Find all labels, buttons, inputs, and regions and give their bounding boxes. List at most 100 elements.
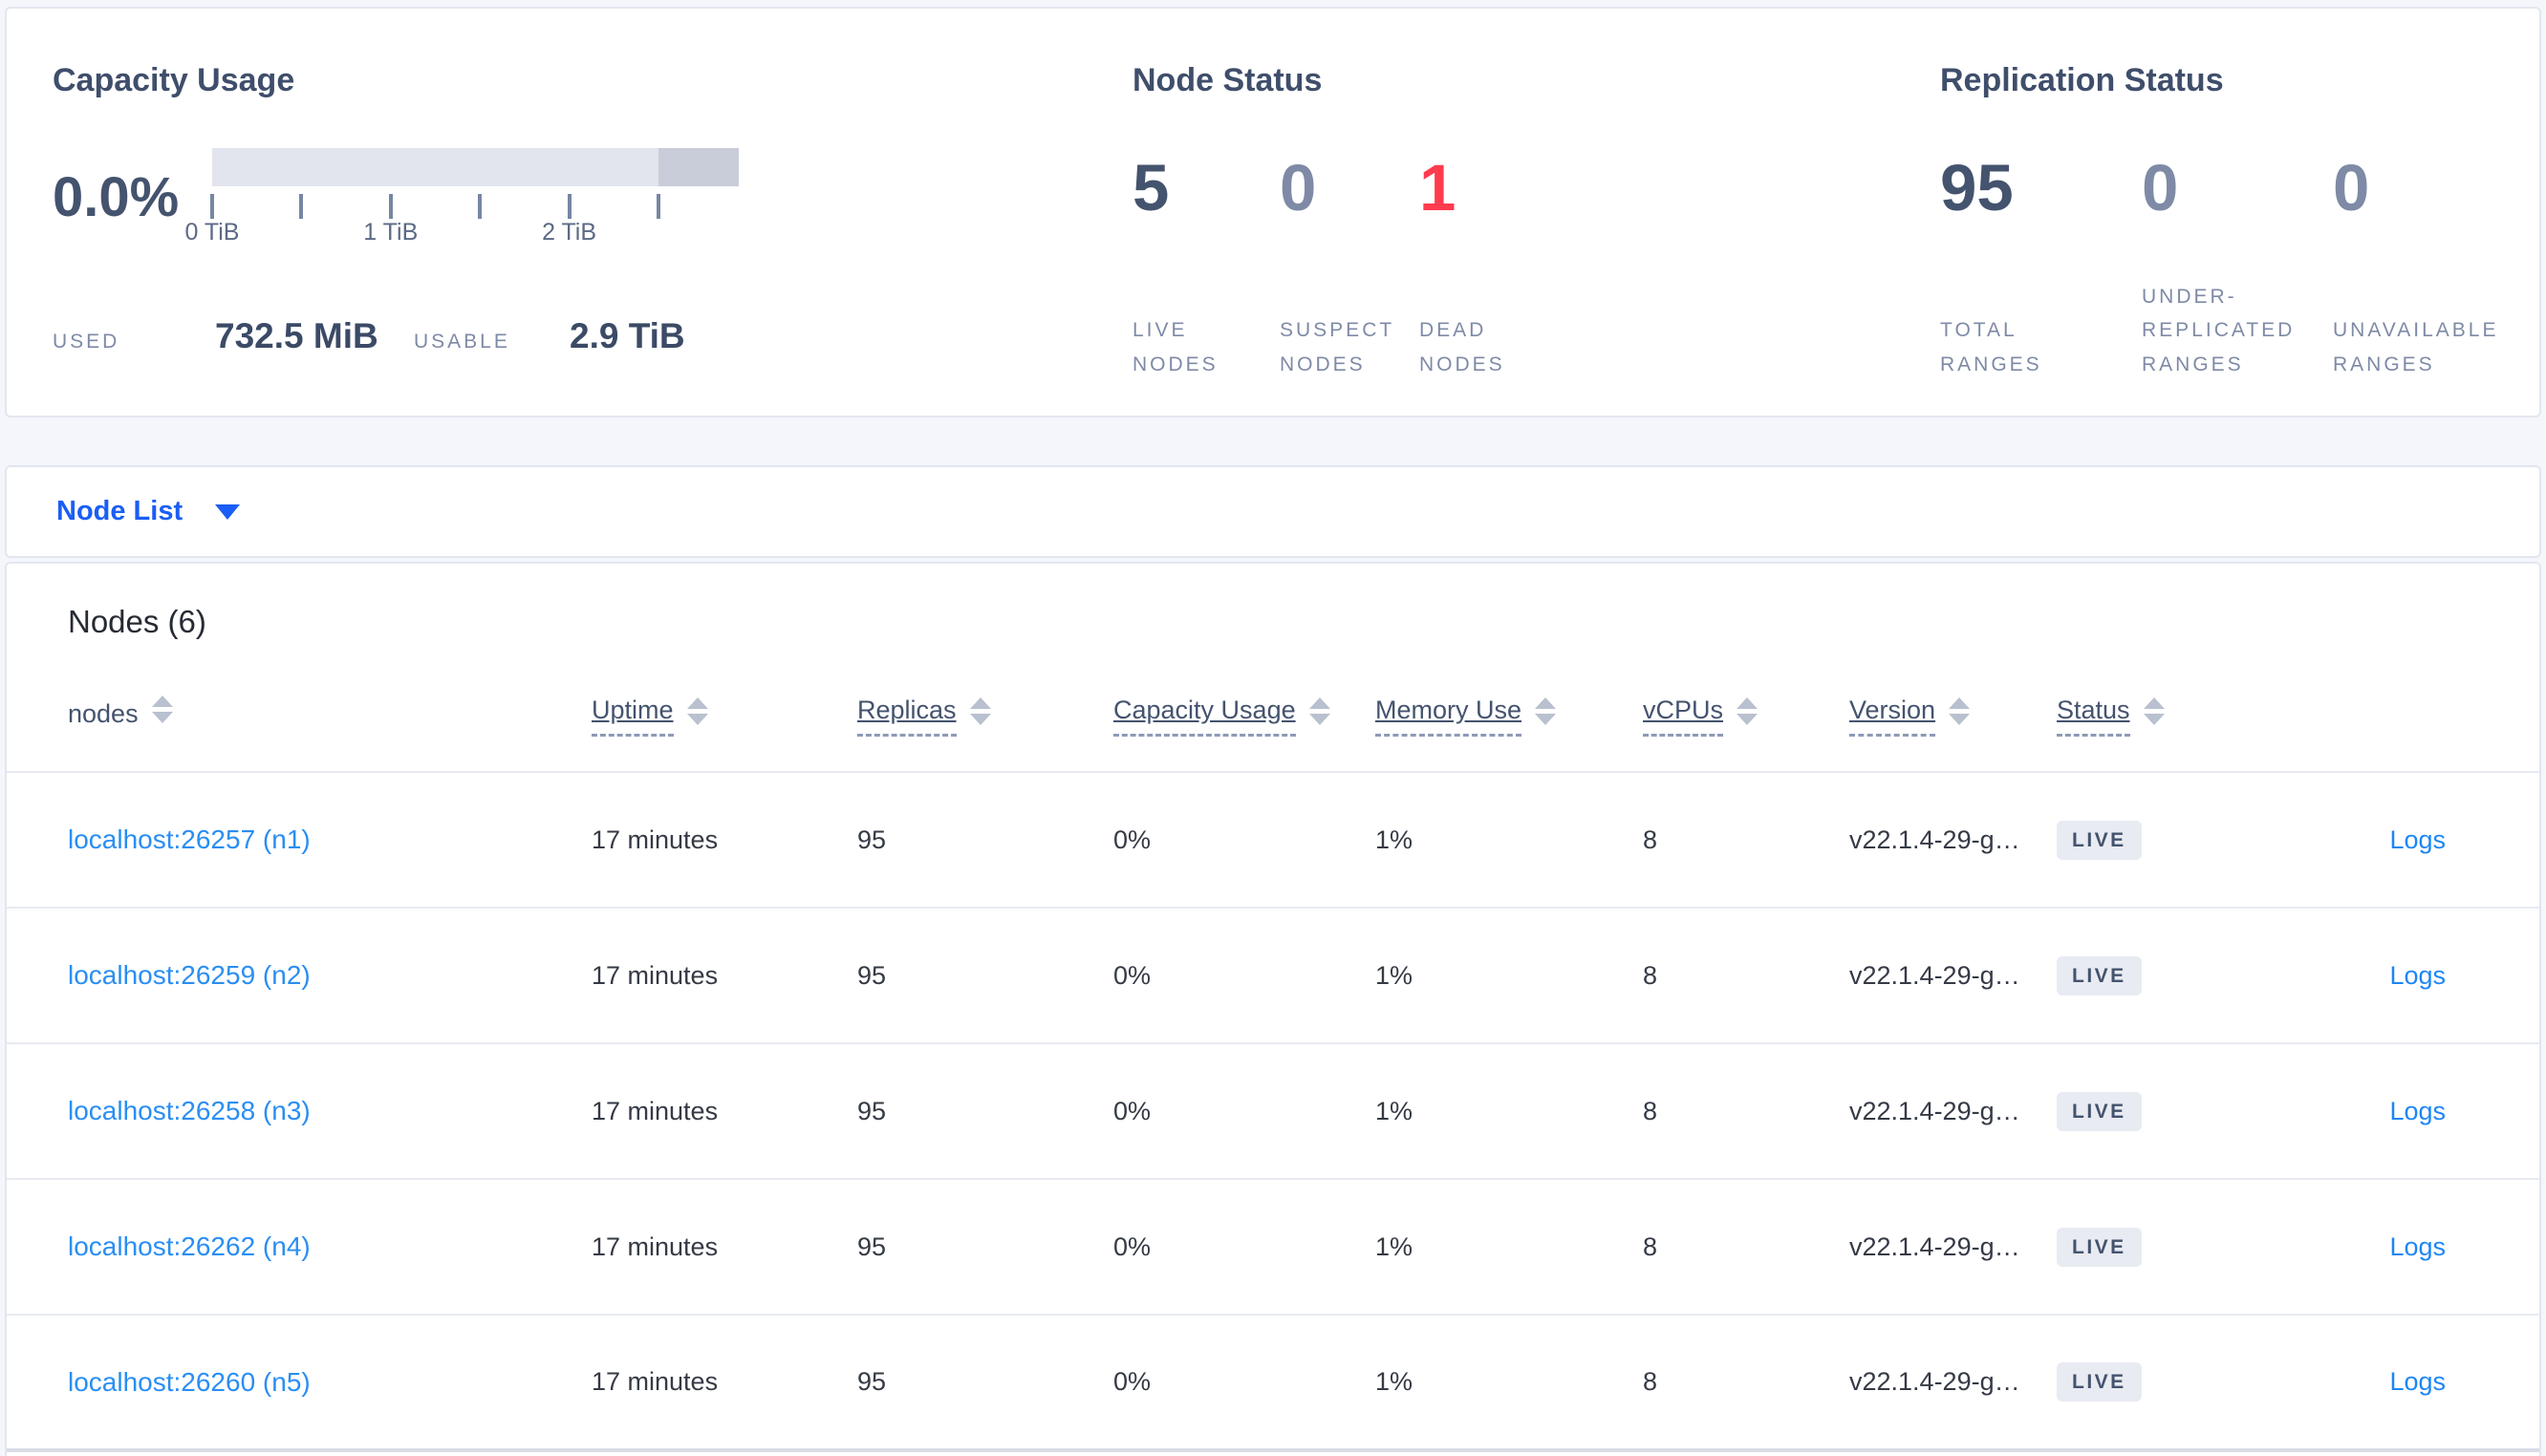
memory-cell: 1% [1375,1096,1413,1125]
table-row: localhost:26257 (n1) 17 minutes 95 0% 1%… [7,772,2539,908]
dead-nodes-stat: 1 DEAD NODES [1419,155,1610,382]
column-header-capacity[interactable]: Capacity Usage [1113,682,1375,772]
column-header-memory[interactable]: Memory Use [1375,682,1643,772]
sort-icon[interactable] [1535,697,1557,725]
version-cell: v22.1.4-29-g… [1849,1231,2020,1261]
axis-tick-label: 0 TiB [184,218,240,246]
sort-icon[interactable] [1949,697,1971,725]
capacity-bar-other-segment [658,147,739,186]
live-nodes-value: 5 [1133,150,1170,225]
status-badge: LIVE [2057,1091,2142,1131]
uptime-cell: 17 minutes [592,1096,719,1125]
dead-nodes-value: 1 [1419,150,1456,225]
total-ranges-label: TOTAL RANGES [1940,319,2042,376]
node-list-dropdown[interactable]: Node List [56,496,241,527]
axis-tick [299,193,304,219]
memory-cell: 1% [1375,824,1413,854]
node-status-title: Node Status [1133,62,1323,98]
column-header-status[interactable]: Status [2057,682,2305,772]
replicas-cell: 95 [857,960,887,990]
node-link[interactable]: localhost:26259 (n2) [68,960,311,990]
vcpus-cell: 8 [1643,960,1658,990]
axis-tick-label: 1 TiB [363,218,419,246]
capacity-bar-usable-segment [212,147,659,186]
table-row: localhost:26259 (n2) 17 minutes 95 0% 1%… [7,908,2539,1043]
sort-icon[interactable] [1308,697,1330,725]
usable-value: 2.9 TiB [570,315,685,355]
node-list-dropdown-label: Node List [56,496,183,526]
logs-link[interactable]: Logs [2389,825,2446,854]
vcpus-cell: 8 [1643,1367,1658,1396]
suspect-nodes-label: SUSPECT NODES [1280,319,1395,376]
status-badge: LIVE [2057,1227,2142,1267]
column-header-vcpus[interactable]: vCPUs [1643,682,1849,772]
vcpus-cell: 8 [1643,1096,1658,1125]
node-link[interactable]: localhost:26262 (n4) [68,1231,311,1261]
memory-cell: 1% [1375,960,1413,990]
capacity-bar: 0 TiB 1 TiB 2 TiB [185,147,739,247]
version-cell: v22.1.4-29-g… [1849,824,2020,854]
unavailable-ranges-label: UNAVAILABLE RANGES [2333,319,2499,376]
memory-cell: 1% [1375,1231,1413,1261]
axis-tick [657,193,661,219]
node-status-section: Node Status 5 LIVE NODES 0 SUSPECT NODES… [1133,9,1940,416]
column-header-replicas[interactable]: Replicas [857,682,1113,772]
cluster-summary-card: Capacity Usage 0.0% 0 TiB 1 TiB 2 TiB US… [5,7,2541,418]
capacity-cell: 0% [1113,824,1152,854]
sort-icon[interactable] [969,697,991,725]
live-nodes-stat: 5 LIVE NODES [1133,155,1280,382]
column-header-uptime[interactable]: Uptime [592,682,857,772]
node-link[interactable]: localhost:26258 (n3) [68,1096,311,1125]
under-replicated-ranges-stat: 0 UNDER- REPLICATED RANGES [2142,155,2333,382]
sort-icon[interactable] [151,696,173,723]
version-cell: v22.1.4-29-g… [1849,1096,2020,1125]
replicas-cell: 95 [857,1231,887,1261]
capacity-cell: 0% [1113,1231,1152,1261]
status-badge: LIVE [2057,820,2142,860]
nodes-section-title: Nodes (6) [68,604,206,639]
node-link[interactable]: localhost:26257 (n1) [68,824,311,854]
vcpus-cell: 8 [1643,1231,1658,1261]
used-value: 732.5 MiB [215,315,378,355]
axis-tick [567,193,572,219]
status-badge: LIVE [2057,955,2142,996]
under-replicated-ranges-label: UNDER- REPLICATED RANGES [2142,285,2296,376]
sort-icon[interactable] [1737,697,1758,725]
node-link[interactable]: localhost:26260 (n5) [68,1367,311,1397]
sort-icon[interactable] [686,697,708,725]
axis-tick [210,193,214,219]
table-header-row: nodes Uptime Replicas Capacity Usage Mem… [7,682,2539,772]
view-selector-card: Node List [5,465,2541,558]
nodes-table: nodes Uptime Replicas Capacity Usage Mem… [7,682,2539,1452]
table-row: localhost:26262 (n4) 17 minutes 95 0% 1%… [7,1179,2539,1315]
table-row: localhost:26258 (n3) 17 minutes 95 0% 1%… [7,1043,2539,1179]
replication-status-section: Replication Status 95 TOTAL RANGES 0 UND… [1940,9,2543,416]
capacity-cell: 0% [1113,1096,1152,1125]
live-nodes-label: LIVE NODES [1133,319,1219,376]
logs-link[interactable]: Logs [2389,1232,2446,1261]
sort-icon[interactable] [2143,697,2165,725]
replicas-cell: 95 [857,1096,887,1125]
axis-tick [477,193,482,219]
dead-nodes-label: DEAD NODES [1419,319,1505,376]
unavailable-ranges-stat: 0 UNAVAILABLE RANGES [2333,155,2543,382]
chevron-down-icon [215,503,241,520]
replication-status-title: Replication Status [1940,62,2224,98]
logs-link[interactable]: Logs [2389,1367,2446,1396]
table-row: localhost:26260 (n5) 17 minutes 95 0% 1%… [7,1315,2539,1450]
axis-tick-label: 2 TiB [542,218,597,246]
nodes-table-card: Nodes (6) nodes Uptime Replicas Capacity… [5,562,2541,1456]
total-ranges-value: 95 [1940,150,2014,225]
replicas-cell: 95 [857,1367,887,1396]
capacity-usage-title: Capacity Usage [53,62,295,98]
capacity-usage-section: Capacity Usage 0.0% 0 TiB 1 TiB 2 TiB US… [7,9,1133,416]
suspect-nodes-stat: 0 SUSPECT NODES [1280,155,1419,382]
uptime-cell: 17 minutes [592,1367,719,1396]
logs-link[interactable]: Logs [2389,1097,2446,1125]
column-header-version[interactable]: Version [1849,682,2057,772]
column-header-nodes[interactable]: nodes [7,682,592,772]
memory-cell: 1% [1375,1367,1413,1396]
logs-link[interactable]: Logs [2389,961,2446,990]
uptime-cell: 17 minutes [592,1231,719,1261]
capacity-percent: 0.0% [53,165,180,228]
